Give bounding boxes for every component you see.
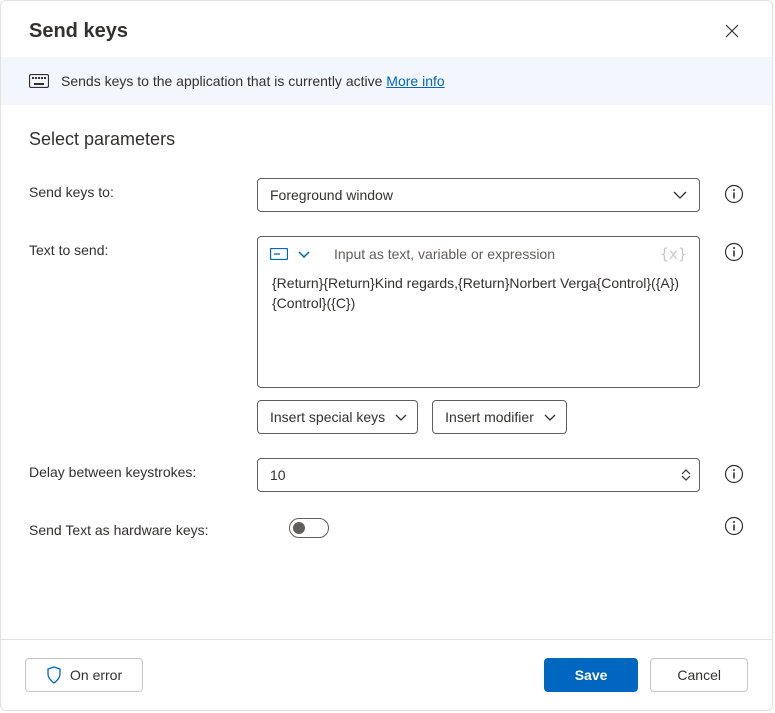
insert-modifier-button[interactable]: Insert modifier	[432, 400, 567, 434]
row-hardware-keys: Send Text as hardware keys:	[29, 516, 744, 538]
info-icon[interactable]	[724, 464, 744, 484]
row-send-keys-to: Send keys to: Foreground window	[29, 178, 744, 212]
chevron-down-icon	[395, 414, 407, 421]
label-delay: Delay between keystrokes:	[29, 458, 257, 480]
send-keys-dialog: Send keys Sends keys to the application …	[0, 0, 773, 711]
label-text-to-send: Text to send:	[29, 236, 257, 258]
info-icon[interactable]	[724, 184, 744, 204]
close-icon	[724, 23, 740, 39]
insert-buttons-row: Insert special keys Insert modifier	[257, 400, 744, 434]
chevron-down-icon	[544, 414, 556, 421]
toggle-knob	[293, 522, 305, 534]
label-hardware-keys: Send Text as hardware keys:	[29, 516, 289, 538]
send-keys-to-select[interactable]: Foreground window	[257, 178, 700, 212]
on-error-button[interactable]: On error	[25, 658, 143, 692]
save-button[interactable]: Save	[544, 658, 639, 692]
spinner-arrows[interactable]	[681, 469, 691, 481]
dialog-header: Send keys	[1, 1, 772, 57]
row-delay: Delay between keystrokes: 10	[29, 458, 744, 492]
chevron-down-icon[interactable]	[298, 251, 310, 258]
chevron-down-icon[interactable]	[681, 475, 691, 481]
variable-icon[interactable]: {x}	[660, 245, 687, 263]
text-input-toolbar: Input as text, variable or expression {x…	[258, 237, 699, 267]
cancel-button[interactable]: Cancel	[650, 658, 748, 692]
hardware-keys-toggle[interactable]	[289, 518, 329, 538]
text-to-send-value[interactable]: {Return}{Return}Kind regards,{Return}Nor…	[258, 267, 699, 387]
info-banner-text: Sends keys to the application that is cu…	[61, 73, 445, 89]
chevron-down-icon	[673, 191, 687, 199]
dialog-title: Send keys	[29, 20, 128, 43]
shield-icon	[46, 666, 62, 684]
text-input-hint: Input as text, variable or expression	[334, 246, 555, 262]
dialog-footer: On error Save Cancel	[1, 639, 772, 710]
close-button[interactable]	[720, 19, 744, 43]
dialog-content: Select parameters Send keys to: Foregrou…	[1, 105, 772, 639]
row-text-to-send: Text to send: Input as text, variable or…	[29, 236, 744, 434]
insert-special-keys-button[interactable]: Insert special keys	[257, 400, 418, 434]
delay-value: 10	[270, 467, 286, 483]
text-to-send-input[interactable]: Input as text, variable or expression {x…	[257, 236, 700, 388]
more-info-link[interactable]: More info	[386, 73, 444, 89]
delay-input[interactable]: 10	[257, 458, 700, 492]
info-banner: Sends keys to the application that is cu…	[1, 57, 772, 105]
send-keys-to-value: Foreground window	[270, 187, 393, 203]
info-icon[interactable]	[724, 242, 744, 262]
text-field-icon	[270, 248, 288, 260]
label-send-keys-to: Send keys to:	[29, 178, 257, 200]
keyboard-icon	[29, 74, 49, 88]
info-icon[interactable]	[724, 516, 744, 536]
section-title: Select parameters	[29, 129, 744, 150]
